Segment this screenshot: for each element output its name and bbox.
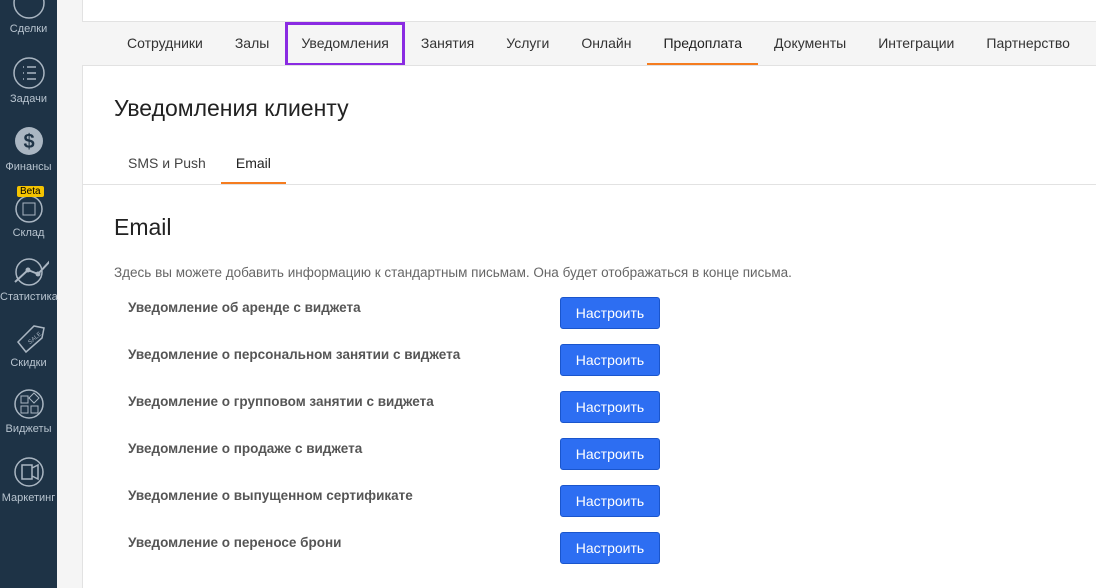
list-item: Уведомление о персональном занятии с вид…	[128, 344, 668, 376]
megaphone-icon	[13, 457, 44, 487]
list-item: Уведомление об аренде с виджета Настроить	[128, 297, 668, 329]
configure-button[interactable]: Настроить	[560, 532, 660, 564]
beta-badge: Beta	[17, 186, 44, 197]
notification-label: Уведомление о выпущенном сертификате	[128, 488, 413, 503]
top-panel	[82, 0, 1096, 22]
tab-partnership[interactable]: Партнерство	[970, 22, 1086, 66]
list-item: Уведомление о продаже с виджета Настроить	[128, 438, 668, 470]
sidebar-item-label: Виджеты	[5, 423, 52, 435]
configure-button[interactable]: Настроить	[560, 438, 660, 470]
sidebar-item-label: Сделки	[9, 23, 48, 35]
sidebar-item-finance[interactable]: $ Финансы	[0, 122, 57, 173]
notification-label: Уведомление о продаже с виджета	[128, 441, 363, 456]
tab-email[interactable]: Email	[220, 144, 286, 185]
sidebar-item-discounts[interactable]: SALE Скидки	[0, 322, 57, 369]
divider	[83, 184, 1096, 185]
dollar-icon: $	[14, 127, 43, 155]
configure-button[interactable]: Настроить	[560, 485, 660, 517]
sidebar-item-label: Склад	[12, 227, 45, 239]
sidebar-item-statistics[interactable]: Статистика	[0, 256, 58, 303]
sidebar-item-tasks[interactable]: Задачи	[0, 56, 57, 105]
configure-button[interactable]: Настроить	[560, 391, 660, 423]
sidebar-item-warehouse[interactable]: Beta Склад	[0, 186, 57, 239]
list-item: Уведомление о выпущенном сертификате Наст…	[128, 485, 668, 517]
tab-halls[interactable]: Залы	[219, 22, 285, 66]
main-panel: Уведомления клиенту SMS и Push Email Ema…	[82, 65, 1096, 588]
sidebar-item-label: Маркетинг	[1, 492, 56, 504]
sidebar-item-widgets[interactable]: Виджеты	[0, 388, 57, 435]
box-icon	[14, 195, 43, 223]
sidebar-item-label: Статистика	[0, 291, 58, 303]
configure-button[interactable]: Настроить	[560, 344, 660, 376]
section-description: Здесь вы можете добавить информацию к ст…	[114, 265, 792, 280]
tab-integrations[interactable]: Интеграции	[862, 22, 970, 66]
configure-button[interactable]: Настроить	[560, 297, 660, 329]
chart-icon	[13, 258, 49, 286]
tab-employees[interactable]: Сотрудники	[111, 22, 219, 66]
notification-subtabs: SMS и Push Email	[113, 144, 286, 185]
section-title: Email	[114, 214, 172, 240]
notification-label: Уведомление об аренде с виджета	[128, 300, 361, 315]
list-item: Уведомление о групповом занятии с виджет…	[128, 391, 668, 423]
tab-online[interactable]: Онлайн	[565, 22, 647, 66]
tab-documents[interactable]: Документы	[758, 22, 862, 66]
tab-services[interactable]: Услуги	[490, 22, 565, 66]
tab-notifications[interactable]: Уведомления	[285, 22, 405, 66]
sidebar-item-deals[interactable]: Сделки	[0, 0, 57, 35]
page-title: Уведомления клиенту	[114, 95, 349, 121]
settings-tabs: Сотрудники Залы Уведомления Занятия Услу…	[82, 22, 1096, 66]
handshake-icon	[12, 0, 45, 19]
sale-tag-icon: SALE	[16, 325, 45, 354]
tab-classes[interactable]: Занятия	[405, 22, 490, 66]
sidebar-item-label: Финансы	[5, 161, 52, 173]
sidebar-item-marketing[interactable]: Маркетинг	[0, 455, 57, 504]
tab-prepayment[interactable]: Предоплата	[647, 22, 759, 66]
svg-text:$: $	[23, 131, 34, 153]
notification-label: Уведомление о групповом занятии с виджет…	[128, 394, 434, 409]
sidebar: Сделки Задачи $ Финансы Beta Склад Стати…	[0, 0, 58, 588]
sidebar-item-label: Задачи	[10, 93, 47, 105]
list-item: Уведомление о переносе брони Настроить	[128, 532, 668, 564]
widgets-icon	[13, 389, 44, 419]
tasks-icon	[12, 57, 45, 89]
tab-sms-push[interactable]: SMS и Push	[113, 144, 221, 185]
notification-label: Уведомление о переносе брони	[128, 535, 342, 550]
sidebar-item-label: Скидки	[10, 357, 47, 369]
notification-label: Уведомление о персональном занятии с вид…	[128, 347, 461, 362]
